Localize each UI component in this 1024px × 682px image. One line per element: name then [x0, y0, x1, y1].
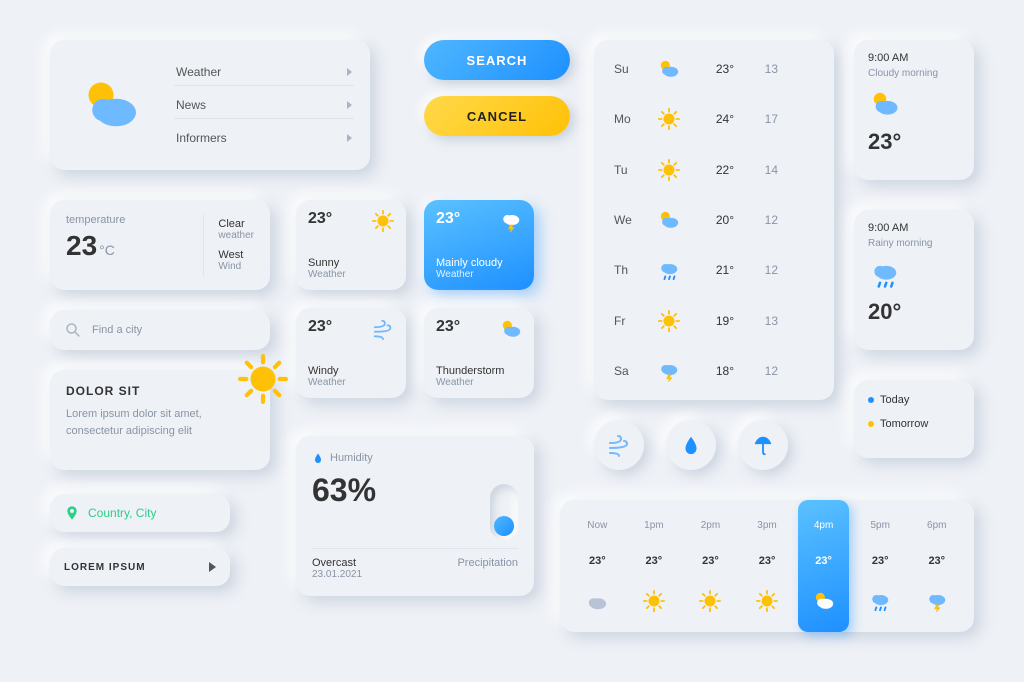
humidity-card: Humidity 63% Overcast23.01.2021 Precipit…	[296, 436, 534, 596]
partly-cloudy-icon	[500, 318, 522, 340]
week-row[interactable]: Sa18°12	[614, 360, 814, 382]
chevron-right-icon	[347, 101, 352, 109]
hour-column[interactable]: 3pm23°	[742, 510, 793, 622]
humidity-label: Humidity	[330, 452, 373, 464]
drop-icon	[680, 434, 702, 456]
info-body: Lorem ipsum dolor sit amet, consectetur …	[66, 406, 216, 439]
temperature-value: 23	[66, 230, 97, 262]
hour-column[interactable]: Now23°	[572, 510, 623, 622]
legend-card: Today Tomorrow	[854, 380, 974, 458]
search-icon	[64, 321, 82, 339]
week-row[interactable]: Mo24°17	[614, 108, 814, 130]
hour-column[interactable]: 2pm23°	[685, 510, 736, 622]
weather-tile-windy[interactable]: 23° WindyWeather	[296, 308, 406, 398]
humidity-button[interactable]	[666, 420, 716, 470]
hour-column[interactable]: 4pm23°	[798, 500, 849, 632]
precipitation-toggle[interactable]	[490, 484, 518, 540]
rain-icon	[868, 259, 902, 289]
info-title: DOLOR SIT	[66, 384, 254, 398]
temperature-unit: °C	[99, 242, 115, 258]
partly-cloudy-icon	[868, 89, 902, 119]
play-icon	[209, 562, 216, 572]
lorem-button[interactable]: LOREM IPSUM	[50, 548, 230, 586]
humidity-date: 23.01.2021	[312, 569, 362, 580]
weather-tile-thunder[interactable]: 23° ThunderstormWeather	[424, 308, 534, 398]
week-row[interactable]: We20°12	[614, 209, 814, 231]
search-button[interactable]: SEARCH	[424, 40, 570, 80]
cancel-button[interactable]: CANCEL	[424, 96, 570, 136]
sun-icon	[238, 354, 288, 404]
week-row[interactable]: Su23°13	[614, 58, 814, 80]
weather-tile-sunny[interactable]: 23° SunnyWeather	[296, 200, 406, 290]
week-row[interactable]: Th21°12	[614, 259, 814, 281]
storm-icon	[500, 210, 522, 232]
wind-button[interactable]	[594, 420, 644, 470]
temperature-card: temperature 23 °C Clearweather WestWind	[50, 200, 270, 290]
info-card: DOLOR SIT Lorem ipsum dolor sit amet, co…	[50, 370, 270, 470]
chevron-right-icon	[347, 134, 352, 142]
search-placeholder: Find a city	[92, 324, 142, 336]
forecast-tile-am-cloudy[interactable]: 9:00 AM Cloudy morning 23°	[854, 40, 974, 180]
week-row[interactable]: Tu22°14	[614, 159, 814, 181]
menu-item-news[interactable]: News	[174, 92, 354, 119]
umbrella-icon	[752, 434, 774, 456]
weather-tile-cloudy[interactable]: 23° Mainly cloudyWeather	[424, 200, 534, 290]
temperature-label: temperature	[66, 214, 185, 226]
menu-item-informers[interactable]: Informers	[174, 125, 354, 151]
hour-column[interactable]: 6pm23°	[911, 510, 962, 622]
hourly-forecast: Now23°1pm23°2pm23°3pm23°4pm23°5pm23°6pm2…	[560, 500, 974, 632]
umbrella-button[interactable]	[738, 420, 788, 470]
cloud-sun-icon	[66, 56, 156, 154]
week-forecast: Su23°13 Mo24°17 Tu22°14 We20°12 Th21°12 Fr19°…	[594, 40, 834, 400]
wind-icon	[607, 433, 631, 457]
wind-label: Wind	[218, 261, 254, 272]
hour-column[interactable]: 5pm23°	[855, 510, 906, 622]
chevron-right-icon	[347, 68, 352, 76]
condition-label: weather	[218, 230, 254, 241]
search-input[interactable]: Find a city	[50, 310, 270, 350]
wind-value: West	[218, 249, 254, 261]
location-text: Country, City	[88, 506, 156, 520]
week-row[interactable]: Fr19°13	[614, 310, 814, 332]
precipitation-label: Precipitation	[457, 557, 518, 580]
location-input[interactable]: Country, City	[50, 494, 230, 532]
condition-value: Clear	[218, 218, 254, 230]
humidity-condition: Overcast	[312, 557, 362, 569]
legend-today: Today	[868, 394, 960, 406]
humidity-value: 63%	[312, 472, 518, 509]
hour-column[interactable]: 1pm23°	[629, 510, 680, 622]
drop-icon	[312, 452, 324, 464]
sun-icon	[372, 210, 394, 232]
legend-tomorrow: Tomorrow	[868, 418, 960, 430]
pin-icon	[64, 505, 80, 521]
menu-item-weather[interactable]: Weather	[174, 59, 354, 86]
wind-icon	[372, 318, 394, 340]
forecast-tile-am-rainy[interactable]: 9:00 AM Rainy morning 20°	[854, 210, 974, 350]
menu-card: Weather News Informers	[50, 40, 370, 170]
